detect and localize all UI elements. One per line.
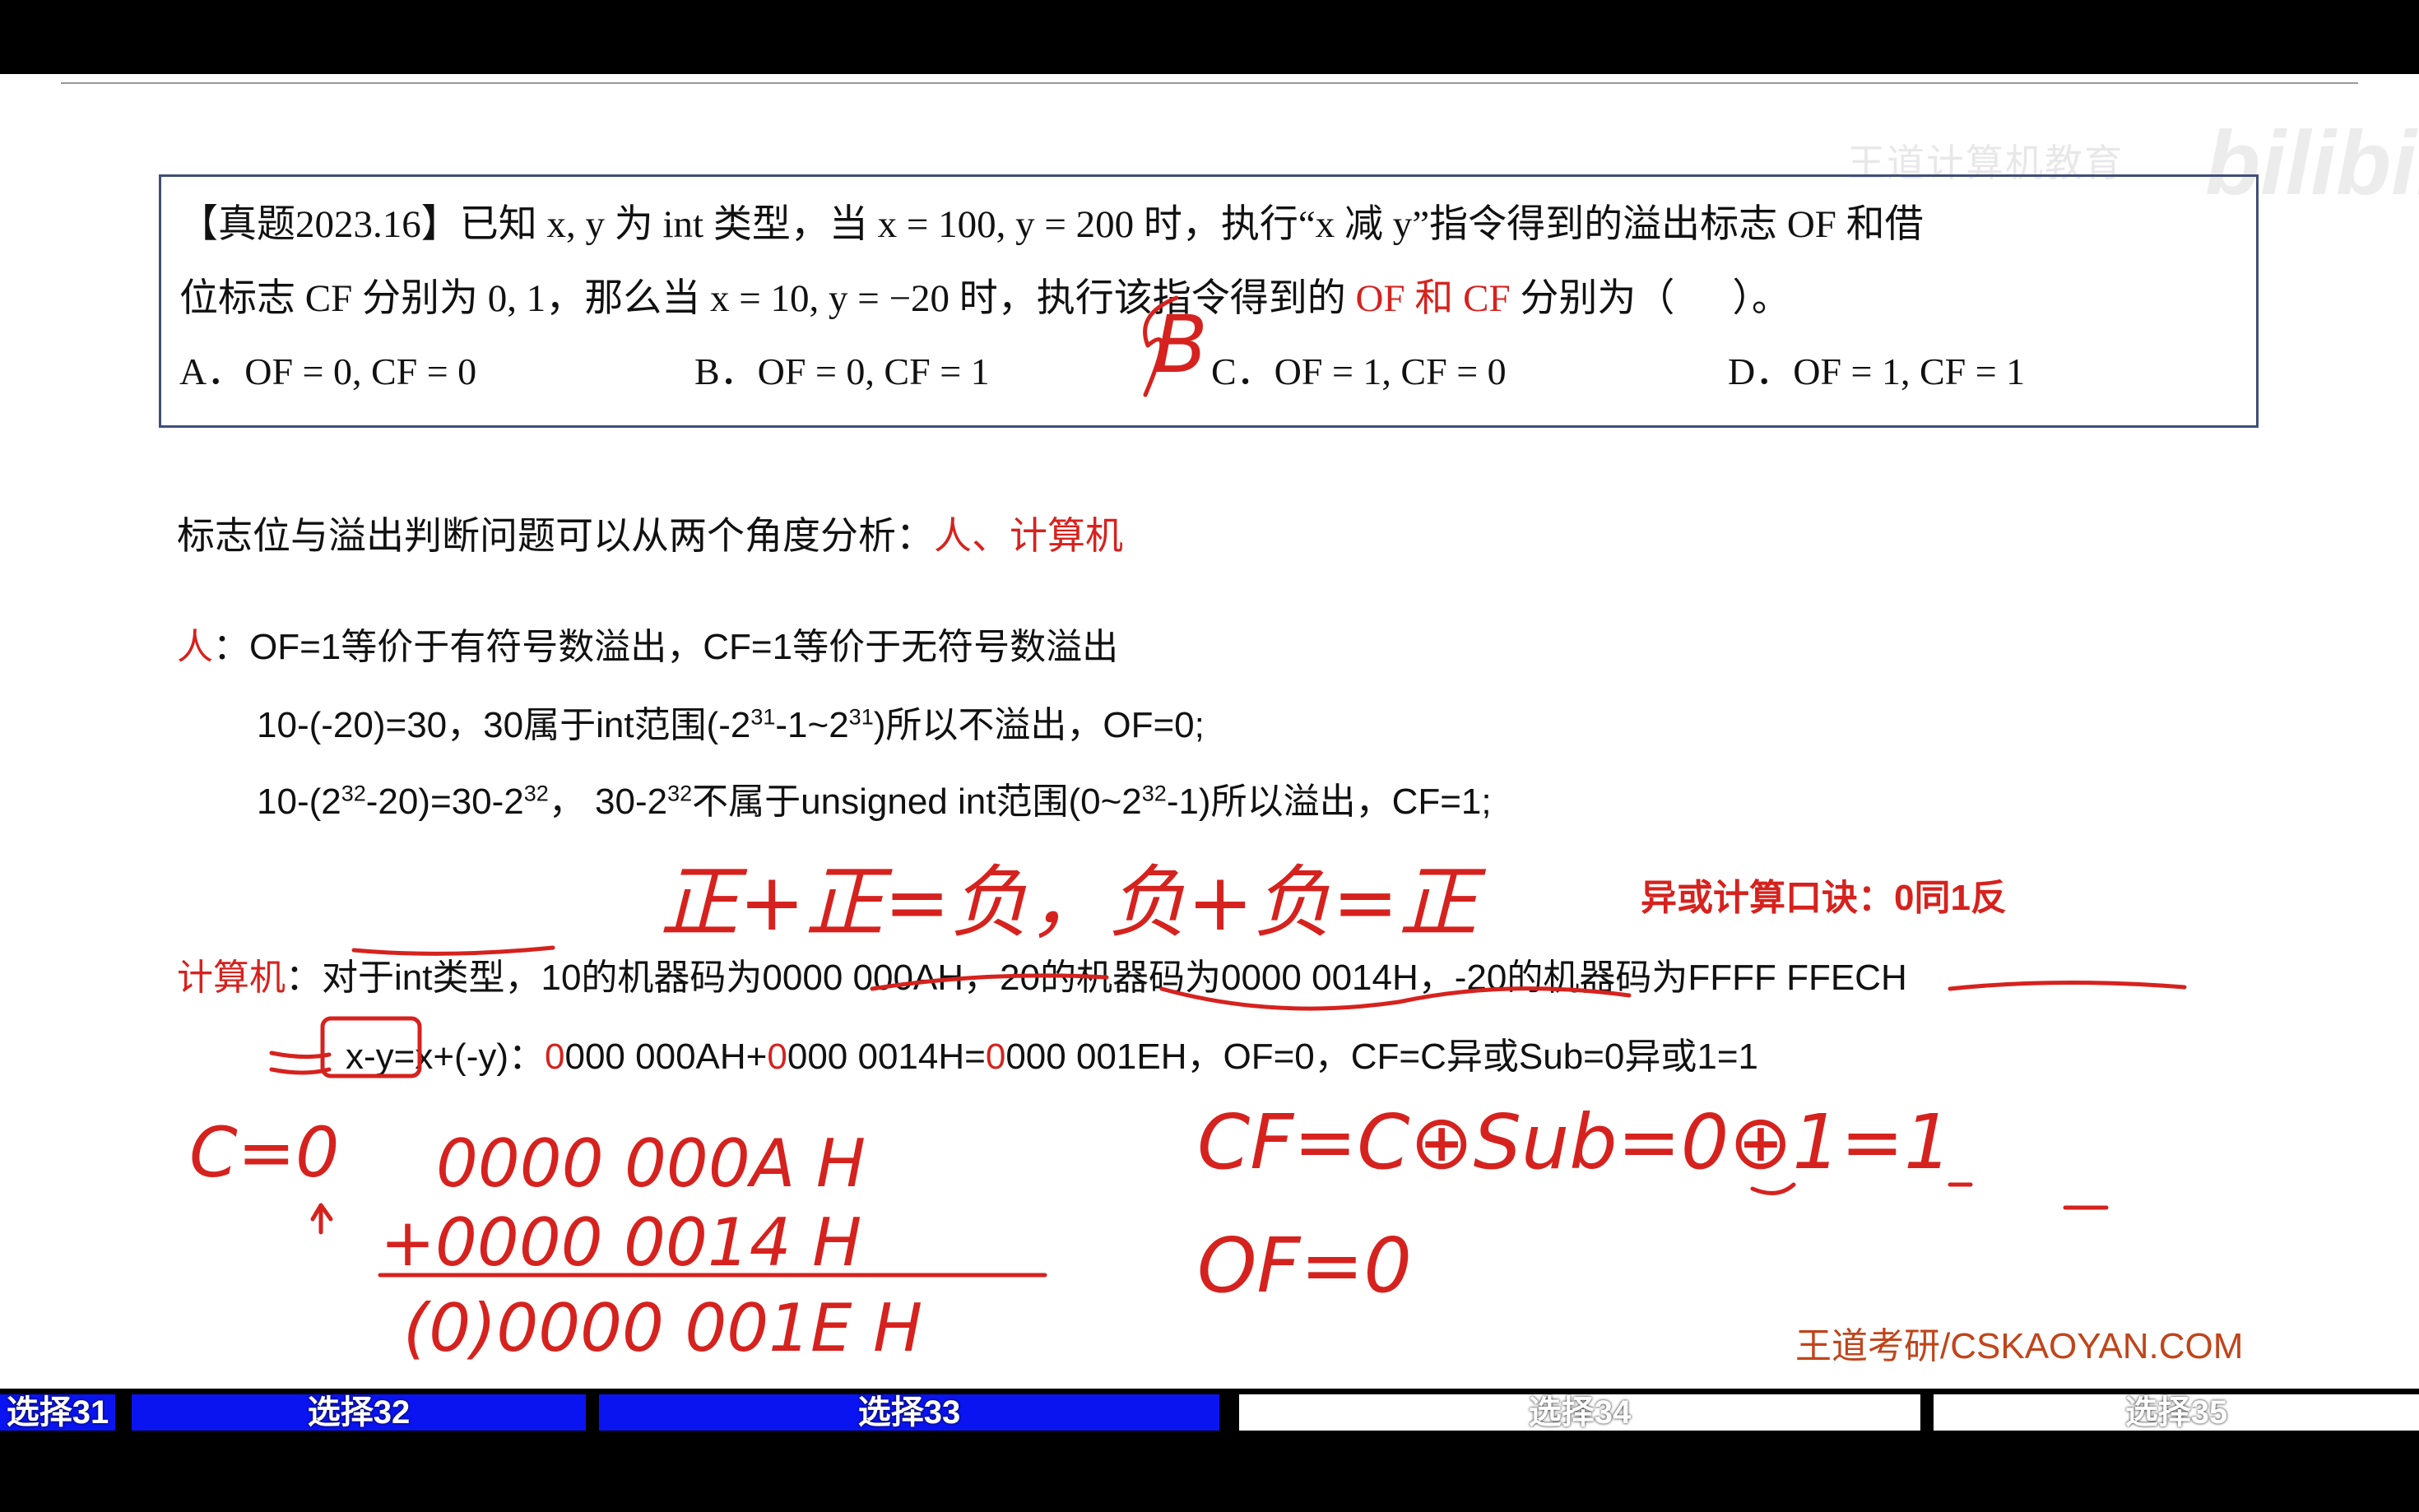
chapter-32[interactable]: 选择32 [132,1394,586,1431]
underline-neg20-code [1948,980,2187,991]
chapter-34[interactable]: 选择34 [1239,1394,1920,1431]
chapter-35[interactable]: 选择35 [1934,1394,2419,1431]
chapter-33[interactable]: 选择33 [599,1394,1219,1431]
handwriting-layer: B 正+正=负，负+负=正 C=0 0000 000A H +0000 0014… [189,295,2187,1366]
handwritten-of: OF=0 [1197,1222,1412,1310]
handwritten-cf: CF=C⊕Sub=0⊕1=1 [1197,1098,1952,1186]
underline-10-code [870,973,1109,991]
underline-20-code [1159,986,1632,1011]
brand-footer: 王道考研/CSKAOYAN.COM [1795,1326,2244,1366]
handwritten-answer: B [1154,299,1208,391]
chapter-31[interactable]: 选择31 [0,1394,115,1431]
lecture-slide: 王道计算机教育 bilibili 【真题2023.16】已知 x, y 为 in… [0,74,2419,1389]
handwritten-rule: 正+正=负，负+负=正 [660,856,1487,948]
handwritten-sum-1: 0000 000A H [436,1125,866,1202]
handwritten-sum-3: (0)0000 001E H [403,1290,922,1366]
carry-arrow [310,1203,333,1235]
handwritten-carry: C=0 [189,1112,339,1193]
underline-int-type [351,945,555,956]
top-black-bar [0,0,2419,74]
bottom-black-bar [0,1436,2419,1512]
box-x-y [320,1016,422,1078]
handwritten-sum-2: +0000 0014 H [380,1204,861,1281]
chapter-progress-bar: 选择31 选择32 选择33 选择34 选择35 [0,1389,2419,1436]
